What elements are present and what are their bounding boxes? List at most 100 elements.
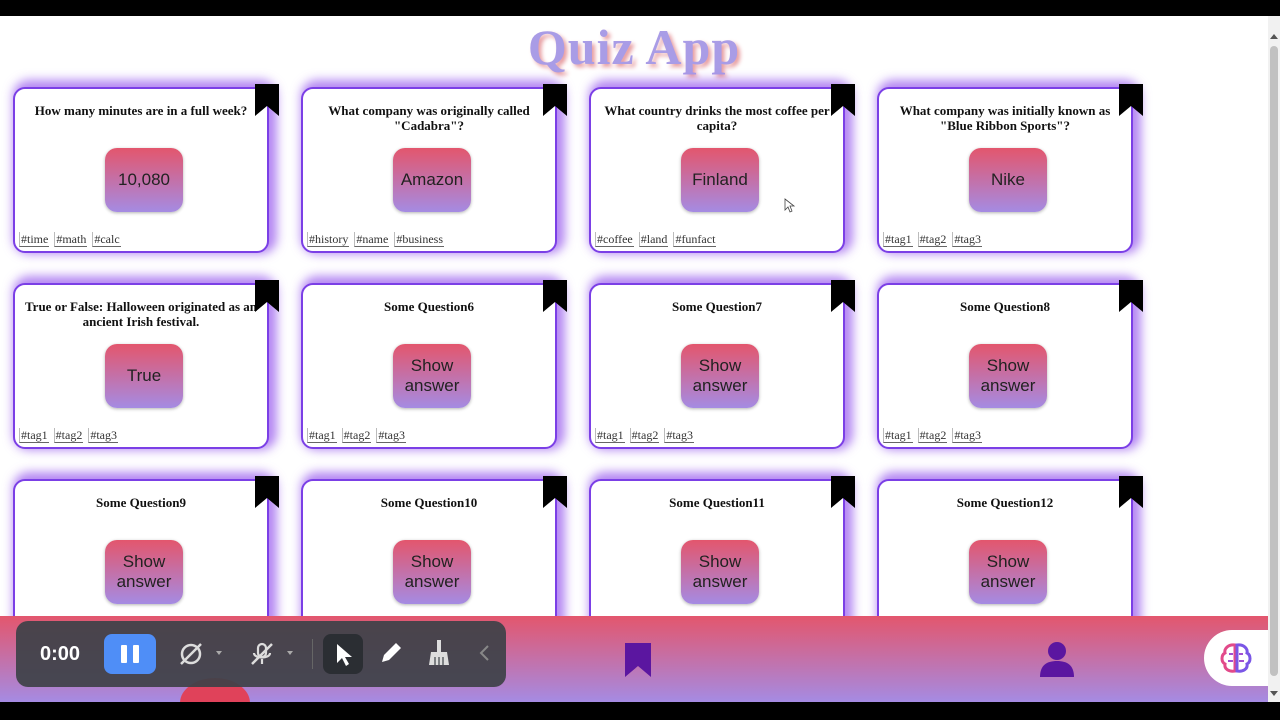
quiz-card: Some Question8 Show answer #tag1 #tag2 #tag3 [877,280,1143,449]
tag-link[interactable]: #tag3 [664,428,695,443]
tag-link[interactable]: #calc [92,232,121,247]
toolbar-divider [312,639,313,669]
tag-link[interactable]: #tag2 [341,428,372,443]
tag-link[interactable]: #tag2 [917,428,948,443]
brain-icon [1220,643,1252,673]
mouse-cursor-icon [784,198,796,213]
question-text: Some Question12 [956,495,1054,510]
screen-recorder-toolbar: 0:00 [16,621,506,687]
question-text: Some Question9 [96,495,186,510]
question-text: Some Question11 [669,495,765,510]
quiz-card: True or False: Halloween originated as a… [13,280,279,449]
tag-link[interactable]: #tag1 [883,428,913,443]
tag-link[interactable]: #business [394,232,445,247]
bookmark-icon[interactable] [625,643,651,677]
scroll-thumb[interactable] [1270,46,1278,676]
bookmark-icon[interactable] [255,280,279,312]
question-text: Some Question10 [380,495,478,510]
answer-button[interactable]: True [105,344,183,408]
scroll-up-arrow-icon[interactable] [1270,34,1278,39]
question-text: What country drinks the most coffee per … [604,103,830,133]
answer-button[interactable]: Show answer [969,540,1047,604]
user-icon[interactable] [1040,641,1074,677]
pause-button[interactable] [104,634,156,674]
answer-button[interactable]: Show answer [681,344,759,408]
question-text: Some Question7 [672,299,762,314]
answer-button[interactable]: Show answer [393,540,471,604]
collapse-icon[interactable] [478,644,490,662]
pause-icon [121,645,127,663]
quiz-card: What company was initially known as "Blu… [877,84,1143,253]
bookmark-icon[interactable] [1119,280,1143,312]
tag-link[interactable]: #tag3 [88,428,119,443]
vertical-scrollbar[interactable] [1268,16,1280,702]
question-text: What company was initially known as "Blu… [899,103,1111,133]
assistant-button[interactable] [1204,630,1268,686]
answer-button[interactable]: Show answer [393,344,471,408]
answer-button[interactable]: Show answer [105,540,183,604]
bookmark-icon[interactable] [831,84,855,116]
question-text: Some Question8 [960,299,1050,314]
bookmark-icon[interactable] [543,476,567,508]
pause-icon-bar [133,645,139,663]
tag-link[interactable]: #math [54,232,88,247]
tag-link[interactable]: #tag1 [19,428,49,443]
tag-list: #tag1 #tag2 #tag3 [595,428,695,443]
recording-timer: 0:00 [40,643,81,665]
pointer-icon [337,644,352,666]
tag-list: #tag1 #tag2 #tag3 [883,428,983,443]
bookmark-icon[interactable] [831,476,855,508]
answer-button[interactable]: Amazon [393,148,471,212]
app-title: Quiz App [527,19,741,75]
question-text: How many minutes are in a full week? [34,103,248,118]
tag-link[interactable]: #coffee [595,232,634,247]
tag-link[interactable]: #tag2 [53,428,84,443]
bookmark-icon[interactable] [543,84,567,116]
tag-link[interactable]: #land [638,232,669,247]
pen-icon[interactable] [378,640,404,666]
camera-off-icon[interactable] [178,641,204,667]
bookmark-icon[interactable] [543,280,567,312]
tag-link[interactable]: #name [354,232,390,247]
question-text: True or False: Halloween originated as a… [24,299,258,329]
tag-link[interactable]: #tag2 [917,232,948,247]
quiz-card: How many minutes are in a full week? 10,0… [13,84,279,253]
tag-list: #tag1 #tag2 #tag3 [307,428,407,443]
tag-link[interactable]: #tag1 [883,232,913,247]
tag-list: #tag1 #tag2 #tag3 [19,428,119,443]
tag-link[interactable]: #funfact [673,232,717,247]
mic-off-icon[interactable] [249,641,275,667]
quiz-card: Some Question6 Show answer #tag1 #tag2 #tag3 [301,280,567,449]
question-text: Some Question6 [384,299,474,314]
tag-list: #time #math #calc [19,232,121,247]
question-text: What company was originally called "Cada… [328,103,530,133]
tag-link[interactable]: #time [19,232,50,247]
quiz-card: What company was originally called "Cada… [301,84,567,253]
answer-button[interactable]: Show answer [681,540,759,604]
tag-list: #history #name #business [307,232,445,247]
tag-list: #tag1 #tag2 #tag3 [883,232,983,247]
tag-link[interactable]: #tag3 [952,428,983,443]
answer-button[interactable]: Finland [681,148,759,212]
tag-link[interactable]: #tag2 [629,428,660,443]
bookmark-icon[interactable] [255,84,279,116]
camera-options-caret-icon[interactable] [216,651,222,655]
bookmark-icon[interactable] [1119,476,1143,508]
page-viewport: Quiz App How many minutes are in a full … [0,16,1268,702]
tag-link[interactable]: #history [307,232,350,247]
answer-button[interactable]: Show answer [969,344,1047,408]
tag-link[interactable]: #tag3 [376,428,407,443]
pointer-tool-button[interactable] [323,634,363,674]
scroll-down-arrow-icon[interactable] [1270,691,1278,696]
bookmark-icon[interactable] [255,476,279,508]
tag-link[interactable]: #tag1 [595,428,625,443]
answer-button[interactable]: Nike [969,148,1047,212]
broom-icon[interactable] [426,639,452,667]
tag-link[interactable]: #tag1 [307,428,337,443]
tag-link[interactable]: #tag3 [952,232,983,247]
bookmark-icon[interactable] [1119,84,1143,116]
bookmark-icon[interactable] [831,280,855,312]
answer-button[interactable]: 10,080 [105,148,183,212]
mic-options-caret-icon[interactable] [287,651,293,655]
quiz-card: Some Question7 Show answer #tag1 #tag2 #tag3 [589,280,855,449]
